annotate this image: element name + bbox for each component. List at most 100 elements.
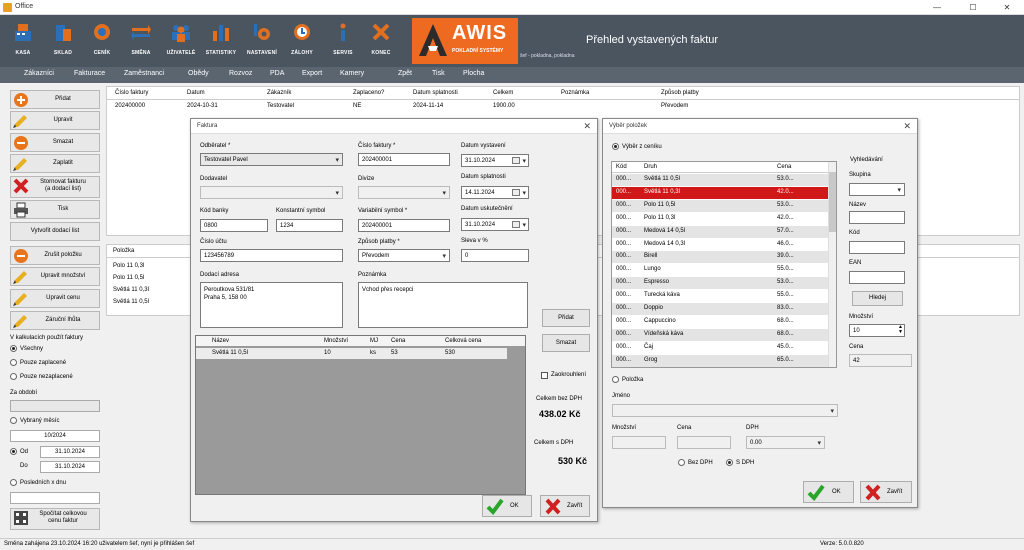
toolbar-servis-button[interactable]: SERVIS	[326, 19, 360, 65]
table-row[interactable]: 000... Vídeňská káva 68.0...	[612, 328, 828, 341]
col-code[interactable]: Kód	[616, 164, 627, 170]
col-customer[interactable]: Zákazník	[267, 90, 291, 96]
taxable-date-picker[interactable]: 31.10.2024	[461, 218, 529, 231]
ean-search-field[interactable]	[849, 271, 905, 284]
list-item[interactable]: Světlá 11 0,3l	[113, 287, 149, 293]
menu-zpet[interactable]: Zpět	[398, 70, 412, 77]
toolbar-uzivatele-button[interactable]: UŽIVATELÉ	[164, 19, 198, 65]
due-date-picker[interactable]: 14.11.2024	[461, 186, 529, 199]
edit-quantity-button[interactable]: Upravit množství	[10, 267, 100, 286]
price-field[interactable]: 42	[849, 354, 912, 367]
col-price[interactable]: Cena	[391, 338, 405, 344]
delivery-address-field[interactable]: Peroutkova 531/81 Praha 5, 158 00	[200, 282, 343, 328]
menu-zakaznici[interactable]: Zákazníci	[24, 70, 54, 77]
table-row[interactable]: 000... Lungo 55.0...	[612, 264, 828, 277]
custom-price-field[interactable]	[677, 436, 731, 449]
toolbar-konec-button[interactable]: KONEC	[364, 19, 398, 65]
quantity-stepper[interactable]: 10 ▲ ▼	[849, 324, 905, 337]
col-note[interactable]: Poznámka	[561, 90, 589, 96]
division-select[interactable]	[358, 186, 450, 199]
table-row[interactable]: 000... Polo 11 0,3l 42.0...	[612, 212, 828, 225]
invoice-dialog-close-icon[interactable]: ✕	[583, 121, 591, 132]
price-list-scrollbar[interactable]	[828, 162, 836, 367]
filter-paid-radio[interactable]	[10, 359, 17, 366]
period-field[interactable]	[10, 400, 100, 412]
invoice-number-field[interactable]: 202400001	[358, 153, 450, 166]
toolbar-kasa-button[interactable]: KASA	[6, 19, 40, 65]
col-payment-method[interactable]: Způsob platby	[661, 90, 699, 96]
vat-select[interactable]: 0.00	[746, 436, 825, 449]
menu-pda[interactable]: PDA	[270, 70, 284, 77]
invoice-close-button[interactable]: Zavřít	[540, 495, 590, 517]
customer-select[interactable]: Testovatel Pavel	[200, 153, 343, 166]
note-field[interactable]: Vchod přes recepci	[358, 282, 528, 328]
minimize-button[interactable]: —	[922, 0, 952, 15]
menu-kamery[interactable]: Kamery	[340, 70, 364, 77]
discount-field[interactable]: 0	[461, 249, 529, 262]
date-range-radio[interactable]	[10, 448, 17, 455]
item-name-select[interactable]	[612, 404, 838, 417]
bank-code-field[interactable]: 0800	[200, 219, 268, 232]
col-kind[interactable]: Druh	[644, 164, 657, 170]
col-price[interactable]: Cena	[777, 164, 791, 170]
create-delivery-note-button[interactable]: Vytvořit dodací list	[10, 222, 100, 241]
date-from-field[interactable]: 31.10.2024	[40, 446, 100, 458]
last-days-field[interactable]	[10, 492, 100, 504]
col-date[interactable]: Datum	[187, 90, 205, 96]
delete-item-button[interactable]: Smazat	[542, 334, 590, 352]
table-row[interactable]: 000... Polo 11 0,5l 53.0...	[612, 199, 828, 212]
menu-fakturace[interactable]: Fakturace	[74, 70, 105, 77]
account-number-field[interactable]: 123456789	[200, 249, 343, 262]
toolbar-nastaveni-button[interactable]: NASTAVENÍ	[245, 19, 279, 65]
col-total-price[interactable]: Celková cena	[445, 338, 481, 344]
invoice-ok-button[interactable]: OK	[482, 495, 532, 517]
code-search-field[interactable]	[849, 241, 905, 254]
name-search-field[interactable]	[849, 211, 905, 224]
remove-item-button[interactable]: Zrušit položku	[10, 246, 100, 265]
with-vat-radio[interactable]	[726, 459, 733, 466]
col-item[interactable]: Položka	[113, 248, 134, 254]
picker-close-button[interactable]: Zavřít	[860, 481, 912, 503]
close-button[interactable]: ✕	[992, 0, 1022, 15]
cancel-invoice-button[interactable]: Stornovat fakturu (a dodací list)	[10, 176, 100, 198]
item-picker-close-icon[interactable]: ✕	[903, 121, 911, 132]
maximize-button[interactable]: ☐	[958, 0, 988, 15]
toolbar-cenik-button[interactable]: CENÍK	[85, 19, 119, 65]
search-button[interactable]: Hledej	[852, 291, 903, 306]
table-row[interactable]: 000... Čaj 45.0...	[612, 341, 828, 354]
group-select[interactable]	[849, 183, 905, 196]
col-invoice-number[interactable]: Číslo faktury	[115, 90, 148, 96]
supplier-select[interactable]	[200, 186, 343, 199]
table-row[interactable]: 000... Doppio 83.0...	[612, 303, 828, 315]
last-days-radio[interactable]	[10, 479, 17, 486]
add-invoice-button[interactable]: Přidat	[10, 90, 100, 109]
without-vat-radio[interactable]	[678, 459, 685, 466]
scrollbar-thumb[interactable]	[829, 172, 836, 232]
col-name[interactable]: Název	[212, 338, 229, 344]
variable-symbol-field[interactable]: 202400001	[358, 219, 450, 232]
table-row[interactable]: 000... Cappuccino 68.0...	[612, 315, 828, 328]
table-row[interactable]: Světlá 11 0,5l 10 ks 53 530	[196, 348, 507, 359]
menu-export[interactable]: Export	[302, 70, 322, 77]
table-row[interactable]: 202400000 2024-10-31 Testovatel NE 2024-…	[107, 101, 1019, 112]
table-row[interactable]: 000... Birell 39.0...	[612, 251, 828, 264]
edit-price-button[interactable]: Upravit cenu	[10, 289, 100, 308]
payment-method-select[interactable]: Převodem	[358, 249, 450, 262]
menu-rozvoz[interactable]: Rozvoz	[229, 70, 252, 77]
table-row[interactable]: 000... Medová 14 0,5l 57.0...	[612, 225, 828, 238]
list-item[interactable]: Světlá 11 0,5l	[113, 299, 149, 305]
custom-quantity-field[interactable]	[612, 436, 666, 449]
menu-tisk[interactable]: Tisk	[432, 70, 445, 77]
table-row[interactable]: 000... Světlá 11 0,3l 42.0...	[612, 186, 828, 199]
pay-invoice-button[interactable]: Zaplatit	[10, 154, 100, 173]
col-due-date[interactable]: Datum splatnosti	[413, 90, 458, 96]
table-row[interactable]: 000... Espresso 53.0...	[612, 277, 828, 290]
rounding-checkbox[interactable]	[541, 372, 548, 379]
col-total[interactable]: Celkem	[493, 90, 513, 96]
add-item-button[interactable]: Přidat	[542, 309, 590, 327]
toolbar-zalohy-button[interactable]: ZÁLOHY	[285, 19, 319, 65]
toolbar-sklad-button[interactable]: SKLAD	[46, 19, 80, 65]
list-item[interactable]: Polo 11 0,3l	[113, 263, 144, 269]
constant-symbol-field[interactable]: 1234	[276, 219, 343, 232]
warranty-button[interactable]: Záruční lhůta	[10, 311, 100, 330]
